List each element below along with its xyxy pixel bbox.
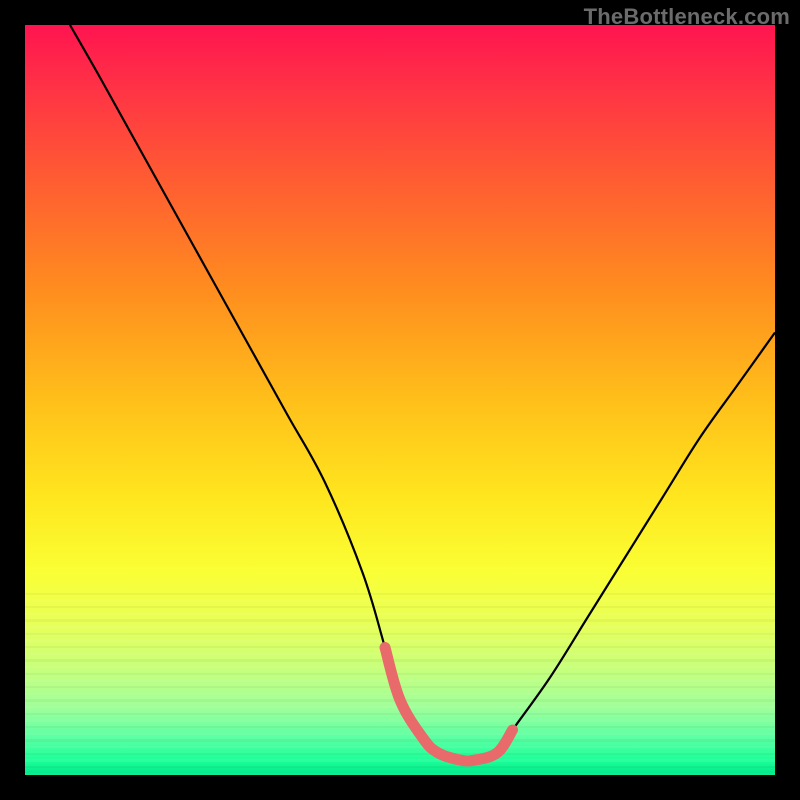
plot-area xyxy=(25,25,775,775)
chart-frame: TheBottleneck.com xyxy=(0,0,800,800)
bottleneck-curve xyxy=(70,25,775,761)
optimal-zone-curve xyxy=(385,648,513,762)
gradient-bands xyxy=(25,595,775,775)
curve-layer xyxy=(25,25,775,775)
